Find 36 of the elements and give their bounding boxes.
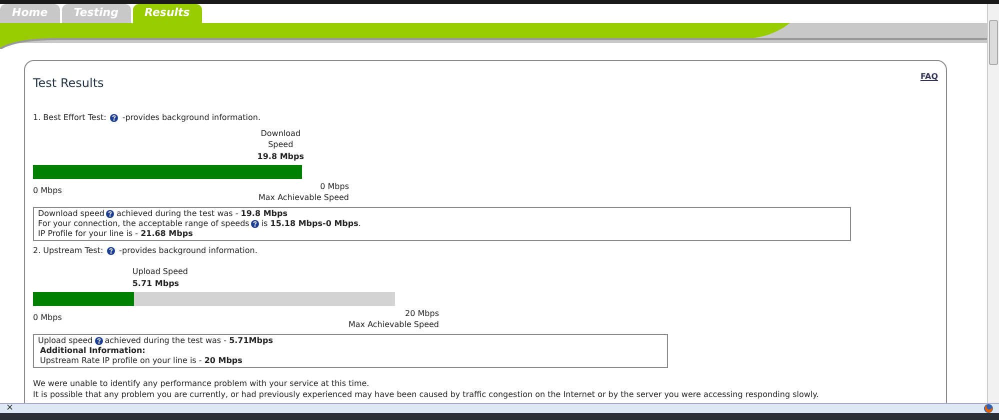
browser-icon[interactable] bbox=[984, 404, 993, 413]
info-text: is 15.18 Mbps-0 Mbps. bbox=[261, 219, 361, 229]
close-button[interactable]: × bbox=[6, 404, 14, 413]
help-icon[interactable] bbox=[107, 247, 116, 255]
min-speed-label: 0 Mbps bbox=[33, 185, 62, 197]
info-text: achieved during the test was - 5.71Mbps bbox=[104, 336, 273, 346]
info-text: Upstream Rate IP profile on your line is - 20 Mbps bbox=[40, 356, 242, 366]
info-text: IP Profile for your line is - 21.68 Mbps bbox=[38, 229, 193, 239]
help-icon[interactable] bbox=[106, 210, 114, 218]
test-heading: 2. Upstream Test: bbox=[33, 245, 104, 257]
max-speed-label: Max Achievable Speed bbox=[258, 192, 349, 203]
test-description: -provides background information. bbox=[122, 112, 261, 124]
faq-link[interactable]: FAQ bbox=[920, 71, 938, 92]
test-description: -provides background information. bbox=[119, 245, 258, 257]
card-title: Test Results bbox=[33, 75, 104, 92]
summary-text: It is possible that any problem you are currently, or had previously experienced may have been caused by traffic congestion on the Internet or by the server you were accessing responding slowly. bbox=[33, 389, 820, 400]
info-text: For your connection, the acceptable range of speeds bbox=[38, 219, 250, 229]
speed-label: Upload Speed bbox=[132, 266, 190, 277]
max-speed-label: Max Achievable Speed bbox=[348, 319, 439, 330]
test-heading: 1. Best Effort Test: bbox=[33, 112, 106, 124]
summary-text: We were unable to identify any performance problem with your service at this time. bbox=[33, 378, 370, 389]
info-text: Download speed bbox=[38, 209, 104, 219]
max-speed-value: 20 Mbps bbox=[405, 308, 439, 319]
speed-value: 19.8 Mbps bbox=[257, 151, 304, 162]
max-speed-value: 0 Mbps bbox=[320, 181, 349, 192]
scrollbar[interactable] bbox=[987, 4, 999, 403]
nav-tab[interactable]: Results bbox=[132, 4, 202, 23]
speed-label: Download Speed bbox=[260, 128, 302, 150]
help-icon[interactable] bbox=[110, 114, 118, 122]
info-text: Additional Information: bbox=[40, 346, 146, 356]
help-icon[interactable] bbox=[94, 337, 103, 345]
info-text: achieved during the test was - 19.8 Mbps bbox=[116, 209, 288, 219]
help-icon[interactable] bbox=[251, 220, 260, 228]
speed-value: 5.71 Mbps bbox=[132, 278, 180, 289]
info-text: Upload speed bbox=[38, 336, 93, 346]
min-speed-label: 0 Mbps bbox=[33, 312, 62, 324]
